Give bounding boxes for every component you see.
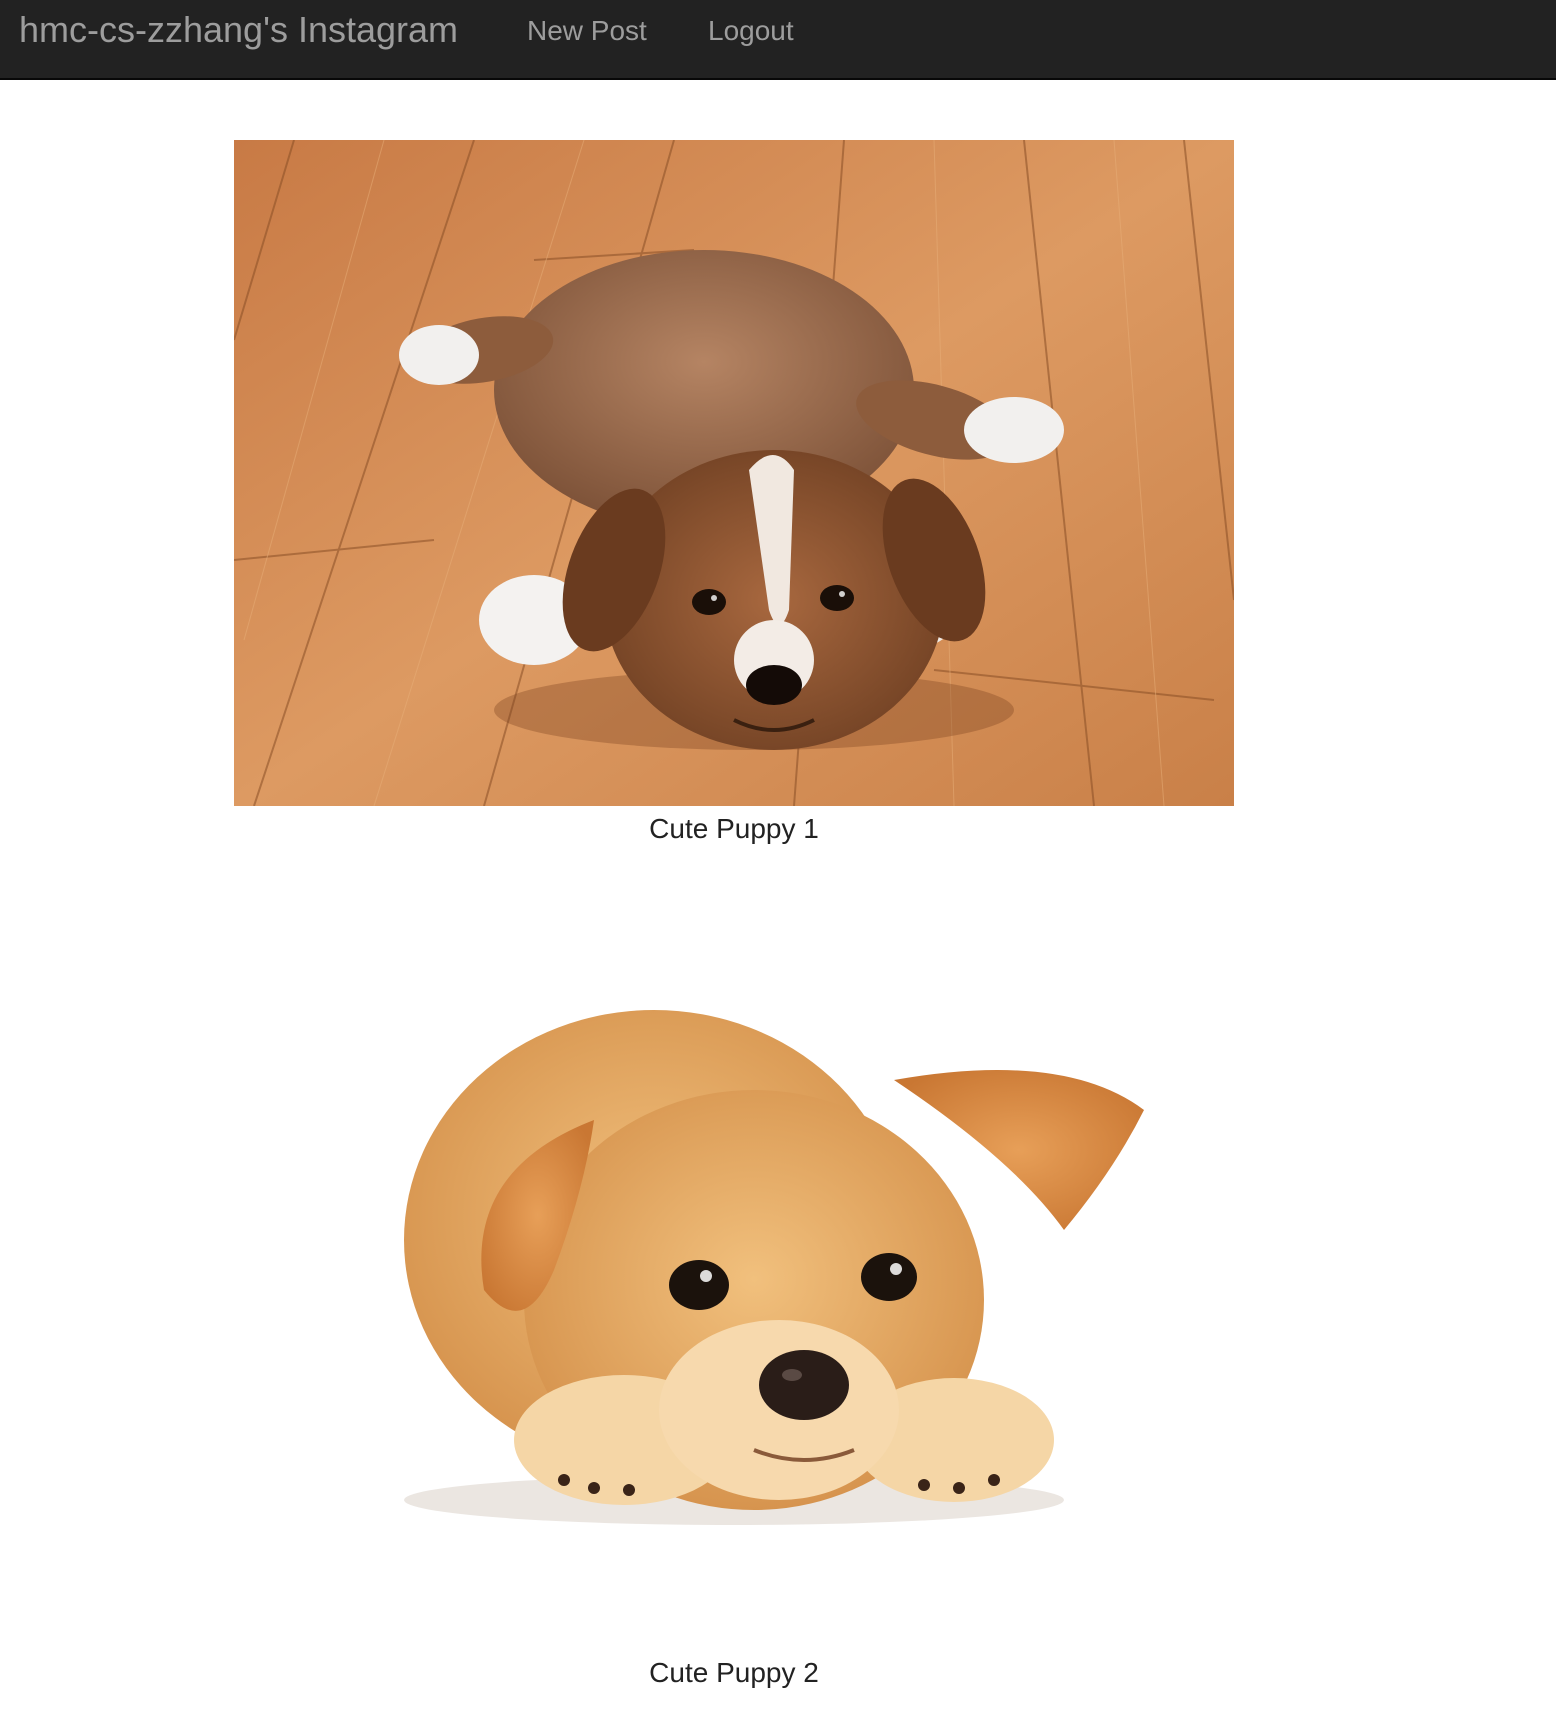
post-card: Cute Puppy 1: [234, 140, 1234, 860]
post-caption: Cute Puppy 2: [649, 1657, 819, 1688]
logout-link[interactable]: Logout: [708, 14, 794, 48]
post-image-puppy-2: [234, 940, 1234, 1640]
top-navbar: hmc-cs-zzhang's Instagram New Post Logou…: [0, 0, 1556, 80]
post-card: Cute Puppy 2: [234, 940, 1234, 1700]
brand-link[interactable]: hmc-cs-zzhang's Instagram: [19, 10, 458, 50]
post-caption: Cute Puppy 1: [649, 813, 819, 844]
new-post-link[interactable]: New Post: [527, 14, 647, 48]
post-image-puppy-1: [234, 140, 1234, 806]
